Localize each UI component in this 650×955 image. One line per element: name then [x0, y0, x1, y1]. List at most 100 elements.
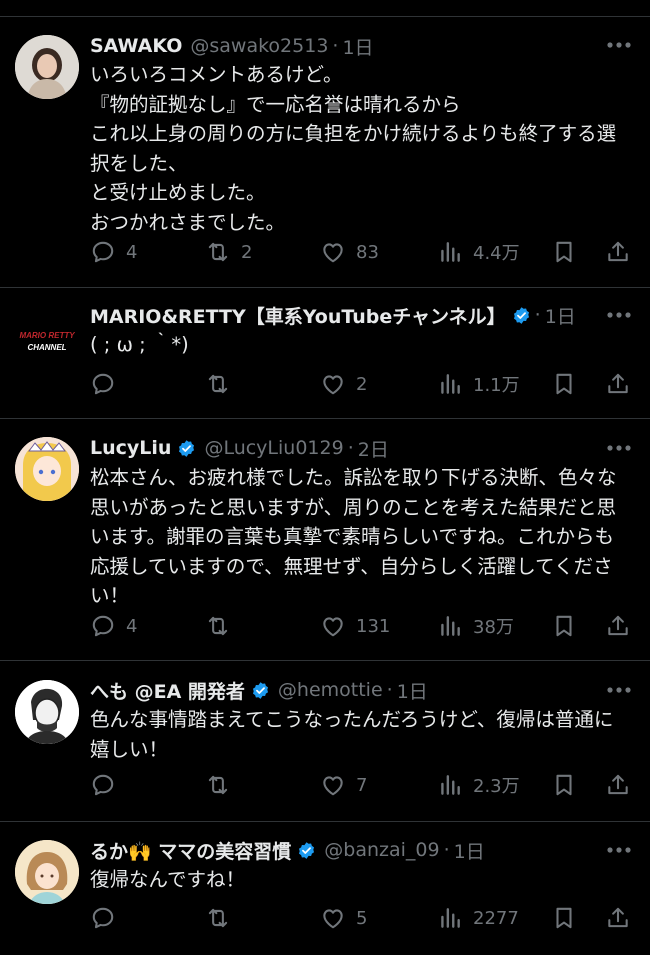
share-icon [605, 905, 631, 931]
author-name[interactable]: LucyLiu [90, 437, 171, 459]
heart-icon [320, 772, 346, 798]
tweet-text-line: 復帰なんですね！ [90, 868, 246, 891]
bookmark-button[interactable] [551, 369, 577, 399]
more-options-icon[interactable] [606, 310, 632, 320]
author-handle[interactable]: @hemottie [278, 679, 383, 701]
share-button[interactable] [605, 611, 631, 641]
share-button[interactable] [605, 903, 631, 933]
tweet-text-line: と受け止めました。 [90, 181, 266, 204]
tweet-text: 復帰なんですね！ [90, 865, 638, 895]
share-icon [605, 371, 631, 397]
heart-icon [320, 613, 346, 639]
view-count: 38万 [473, 617, 514, 638]
tweet-item[interactable]: SAWAKO @sawako2513 · 1日 いろいろコメントあるけど。 『物… [0, 17, 650, 287]
reply-button[interactable] [90, 903, 116, 933]
more-options-icon[interactable] [606, 40, 632, 50]
tweet-text-line: いろいろコメントあるけど。 [90, 63, 343, 86]
like-button[interactable]: 7 [320, 770, 367, 800]
like-button[interactable]: 83 [320, 237, 379, 267]
retweet-button[interactable] [205, 770, 231, 800]
views-button[interactable]: 2277 [437, 903, 519, 933]
bookmark-button[interactable] [551, 237, 577, 267]
views-button[interactable]: 4.4万 [437, 237, 520, 267]
bar-chart-icon [437, 772, 463, 798]
like-button[interactable]: 5 [320, 903, 367, 933]
views-button[interactable]: 38万 [437, 611, 514, 641]
tweet-header: LucyLiu @LucyLiu0129 · 2日 [90, 433, 389, 463]
share-button[interactable] [605, 369, 631, 399]
retweet-button[interactable]: 2 [205, 237, 252, 267]
reply-icon [90, 772, 116, 798]
author-name[interactable]: MARIO&RETTY【車系YouTubeチャンネル】 [90, 302, 506, 329]
tweet-actions: 2 1.1万 [90, 369, 640, 399]
timestamp[interactable]: 1日 [545, 302, 576, 329]
timestamp[interactable]: 1日 [397, 677, 428, 704]
reply-icon [90, 613, 116, 639]
tweet-item[interactable]: MARIO RETTY CHANNEL MARIO&RETTY【車系YouTub… [0, 288, 650, 418]
like-count: 131 [356, 615, 391, 637]
retweet-button[interactable] [205, 903, 231, 933]
views-button[interactable]: 2.3万 [437, 770, 520, 800]
reply-count: 4 [126, 241, 138, 263]
view-count: 2.3万 [473, 776, 520, 797]
avatar[interactable] [15, 840, 79, 904]
reply-count: 4 [126, 615, 138, 637]
retweet-button[interactable] [205, 369, 231, 399]
heart-icon [320, 239, 346, 265]
like-count: 83 [356, 241, 379, 263]
retweet-icon [205, 239, 231, 265]
author-handle[interactable]: @sawako2513 [190, 35, 328, 57]
share-icon [605, 239, 631, 265]
timestamp[interactable]: 1日 [454, 837, 485, 864]
reply-button[interactable] [90, 369, 116, 399]
bar-chart-icon [437, 905, 463, 931]
reply-button[interactable] [90, 770, 116, 800]
avatar[interactable]: MARIO RETTY CHANNEL [15, 310, 79, 374]
tweet-item[interactable]: LucyLiu @LucyLiu0129 · 2日 松本さん、お疲れ様でした。訴… [0, 419, 650, 660]
reply-button[interactable]: 4 [90, 611, 137, 641]
tweet-actions: 7 2.3万 [90, 770, 640, 800]
bookmark-icon [551, 905, 577, 931]
tweet-header: SAWAKO @sawako2513 · 1日 [90, 31, 374, 61]
bookmark-button[interactable] [551, 770, 577, 800]
more-options-icon[interactable] [606, 685, 632, 695]
avatar[interactable] [15, 35, 79, 99]
tweet-text-line: おつかれさまでした。 [90, 210, 286, 234]
author-handle[interactable]: @banzai_09 [324, 839, 439, 861]
more-options-icon[interactable] [606, 845, 632, 855]
separator-dot: · [534, 304, 541, 326]
tweet-header: へも @EA 開発者 @hemottie · 1日 [90, 675, 428, 705]
timestamp[interactable]: 1日 [342, 33, 373, 60]
author-name[interactable]: るか🙌 ママの美容習慣 [90, 837, 291, 864]
separator-dot: · [332, 35, 339, 57]
verified-badge-icon [177, 439, 196, 458]
verified-badge-icon [512, 306, 531, 325]
tweet-item[interactable]: るか🙌 ママの美容習慣 @banzai_09 · 1日 復帰なんですね！ 5 2… [0, 822, 650, 955]
more-options-icon[interactable] [606, 443, 632, 453]
reply-button[interactable]: 4 [90, 237, 137, 267]
bookmark-button[interactable] [551, 903, 577, 933]
like-button[interactable]: 2 [320, 369, 367, 399]
retweet-icon [205, 905, 231, 931]
like-count: 7 [356, 774, 368, 796]
retweet-button[interactable] [205, 611, 231, 641]
tweet-item[interactable]: へも @EA 開発者 @hemottie · 1日 色んな事情踏まえてこうなった… [0, 661, 650, 821]
like-button[interactable]: 131 [320, 611, 390, 641]
view-count: 1.1万 [473, 375, 520, 396]
bar-chart-icon [437, 371, 463, 397]
tweet-text-line: い！ [90, 584, 130, 607]
avatar[interactable] [15, 680, 79, 744]
timestamp[interactable]: 2日 [358, 435, 389, 462]
share-button[interactable] [605, 237, 631, 267]
tweet-text-line: 『物的証拠なし』で一応名誉は晴れるから [90, 92, 461, 116]
bookmark-button[interactable] [551, 611, 577, 641]
verified-badge-icon [297, 841, 316, 860]
share-button[interactable] [605, 770, 631, 800]
views-button[interactable]: 1.1万 [437, 369, 520, 399]
tweet-text: ( ; ω ; ｀*) [90, 330, 638, 360]
author-name[interactable]: SAWAKO [90, 35, 182, 57]
author-handle[interactable]: @LucyLiu0129 [204, 437, 343, 459]
avatar[interactable] [15, 437, 79, 501]
tweet-text: 色んな事情踏まえてこうなったんだろうけど、復帰は普通に 嬉しい！ [90, 705, 638, 764]
author-name[interactable]: へも @EA 開発者 [90, 677, 245, 704]
